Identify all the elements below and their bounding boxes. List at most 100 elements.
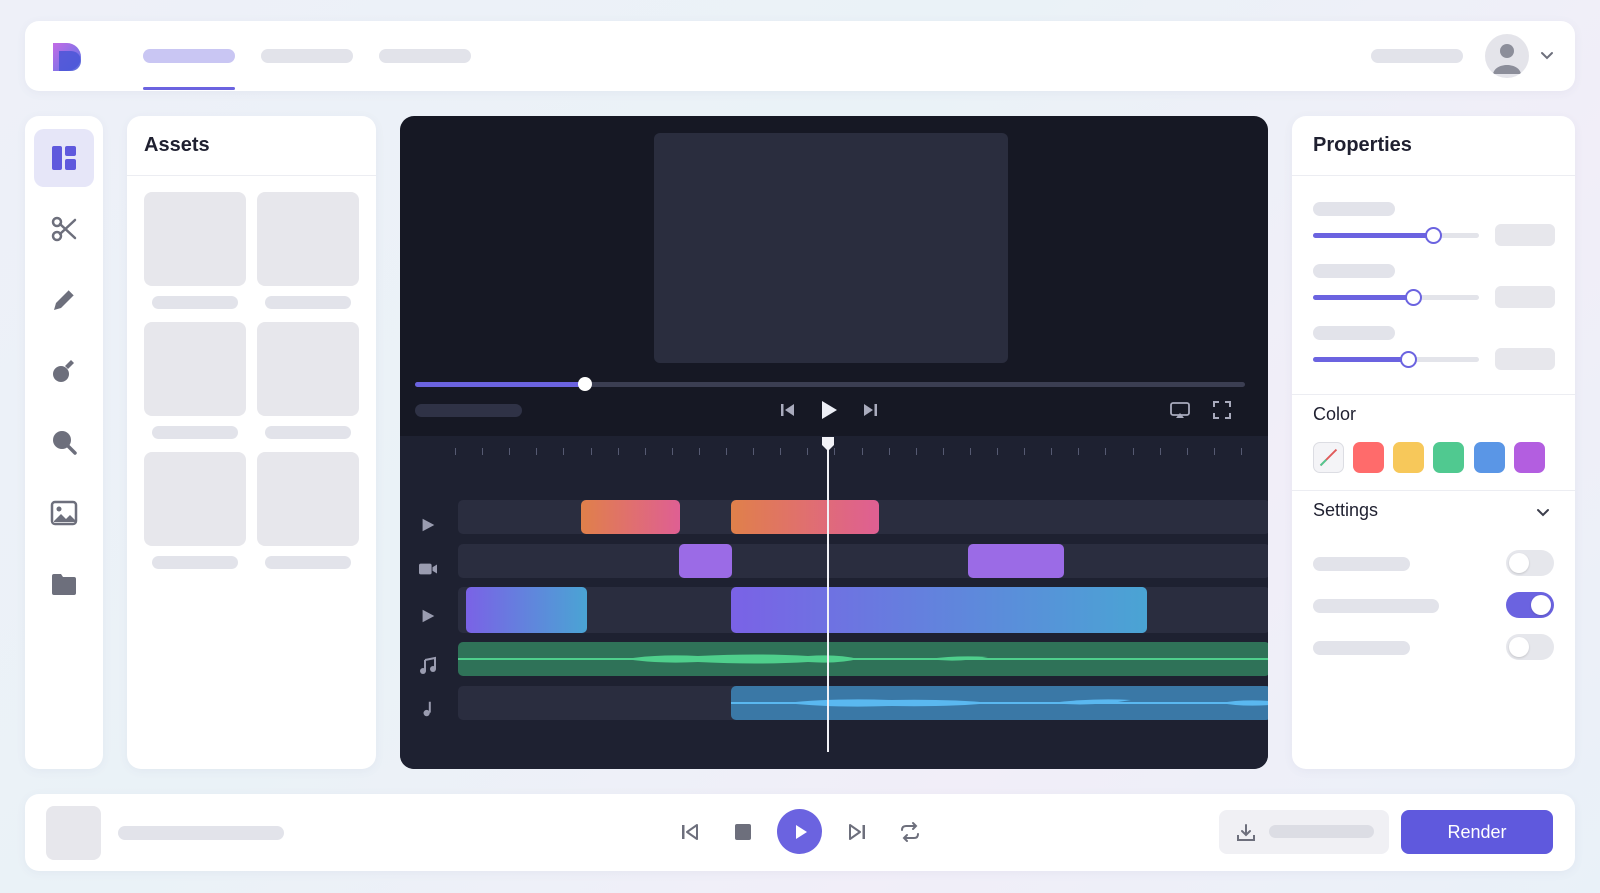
playhead[interactable] (827, 444, 829, 752)
timeline-clip[interactable] (731, 587, 1147, 633)
scrubber[interactable] (415, 377, 1245, 391)
toggle-knob (1509, 553, 1529, 573)
slider-handle[interactable] (1424, 227, 1442, 244)
track-lane[interactable] (458, 500, 1268, 534)
color-swatch[interactable] (1514, 442, 1545, 473)
chevron-down-icon[interactable] (1537, 45, 1557, 65)
property-slider[interactable] (1313, 351, 1479, 368)
skip-back-icon (781, 404, 794, 416)
stop-button[interactable] (728, 817, 758, 847)
timeline-clip[interactable] (466, 587, 587, 633)
ruler-tick (753, 448, 755, 455)
asset-thumbnail[interactable] (257, 192, 359, 286)
skip-forward-button[interactable] (855, 395, 885, 425)
top-bar (25, 21, 1575, 91)
skip-back-icon (682, 824, 698, 840)
skip-back-button[interactable] (675, 817, 705, 847)
ruler-tick (482, 448, 484, 455)
timeline-clip[interactable] (679, 544, 732, 578)
audio-track-lane[interactable] (458, 686, 1268, 720)
avatar[interactable] (1485, 34, 1529, 78)
color-swatch[interactable] (1433, 442, 1464, 473)
ruler-tick (1105, 448, 1107, 455)
setting-toggle[interactable] (1506, 634, 1554, 660)
settings-section-title[interactable]: Settings (1313, 500, 1378, 521)
slider-value-field[interactable] (1495, 286, 1555, 308)
app-logo-icon[interactable] (47, 39, 87, 75)
chevron-down-icon[interactable] (1533, 502, 1553, 522)
video-preview[interactable] (654, 133, 1008, 363)
loop-button[interactable] (895, 817, 925, 847)
user-icon (1493, 44, 1521, 74)
track-lane[interactable] (458, 587, 1268, 633)
scissors-icon (51, 216, 77, 242)
asset-label (152, 556, 238, 569)
property-label (1313, 202, 1395, 216)
slider-handle[interactable] (1399, 351, 1417, 368)
skip-forward-button[interactable] (842, 817, 872, 847)
render-button[interactable]: Render (1401, 810, 1553, 854)
rail-button-search[interactable] (34, 413, 94, 471)
playhead-handle[interactable] (821, 436, 835, 452)
asset-thumbnail[interactable] (144, 192, 246, 286)
nav-tab-1[interactable] (143, 49, 235, 63)
nav-tab-3[interactable] (379, 49, 471, 63)
audio-clip[interactable] (731, 686, 1268, 720)
video-camera-icon (419, 563, 437, 575)
main-play-button[interactable] (777, 809, 822, 854)
ruler-tick (726, 448, 727, 455)
stop-icon (735, 824, 751, 840)
ruler-tick (698, 448, 700, 455)
property-label (1313, 264, 1395, 278)
ruler-tick (780, 448, 782, 455)
asset-thumbnail[interactable] (144, 322, 246, 416)
property-slider[interactable] (1313, 289, 1479, 306)
scrubber-handle[interactable] (578, 377, 593, 391)
properties-panel: Properties Color Settings (1292, 116, 1575, 769)
color-swatch[interactable] (1474, 442, 1505, 473)
top-bar-user-name (1371, 49, 1463, 63)
rail-button-cut[interactable] (34, 200, 94, 258)
setting-label (1313, 599, 1439, 613)
ruler-tick (888, 448, 890, 455)
timeline[interactable] (400, 436, 1268, 769)
timecode (415, 404, 522, 417)
rail-button-effects[interactable] (34, 342, 94, 400)
timeline-clip[interactable] (968, 544, 1064, 578)
fullscreen-button[interactable] (1207, 395, 1237, 425)
track-icon (416, 654, 440, 678)
rail-button-media[interactable] (34, 484, 94, 542)
setting-toggle[interactable] (1506, 592, 1554, 618)
property-slider[interactable] (1313, 227, 1479, 244)
slider-handle[interactable] (1404, 289, 1422, 306)
timeline-ruler[interactable] (455, 444, 1255, 458)
color-swatch[interactable] (1393, 442, 1424, 473)
track-icon (416, 697, 440, 721)
nav-tab-2[interactable] (261, 49, 353, 63)
export-button[interactable] (1219, 810, 1389, 854)
editor-panel (400, 116, 1268, 769)
divider (1292, 394, 1575, 395)
timeline-clip[interactable] (581, 500, 680, 534)
color-swatch[interactable] (1353, 442, 1384, 473)
track-lane[interactable] (458, 544, 1268, 578)
audio-track-lane[interactable] (458, 642, 1268, 676)
play-button[interactable] (813, 395, 843, 425)
slider-value-field[interactable] (1495, 224, 1555, 246)
setting-toggle[interactable] (1506, 550, 1554, 576)
asset-thumbnail[interactable] (257, 322, 359, 416)
rail-button-layout[interactable] (34, 129, 94, 187)
assets-title: Assets (144, 134, 210, 156)
cast-button[interactable] (1165, 395, 1195, 425)
play-icon (822, 401, 837, 419)
asset-thumbnail[interactable] (144, 452, 246, 546)
rail-button-edit[interactable] (34, 271, 94, 329)
fullscreen-icon (1213, 401, 1231, 419)
slider-value-field[interactable] (1495, 348, 1555, 370)
timeline-clip[interactable] (731, 500, 879, 534)
skip-back-button[interactable] (773, 395, 803, 425)
rail-button-folder[interactable] (34, 555, 94, 613)
color-swatch-none[interactable] (1313, 442, 1344, 473)
asset-thumbnail[interactable] (257, 452, 359, 546)
properties-title: Properties (1313, 134, 1412, 156)
